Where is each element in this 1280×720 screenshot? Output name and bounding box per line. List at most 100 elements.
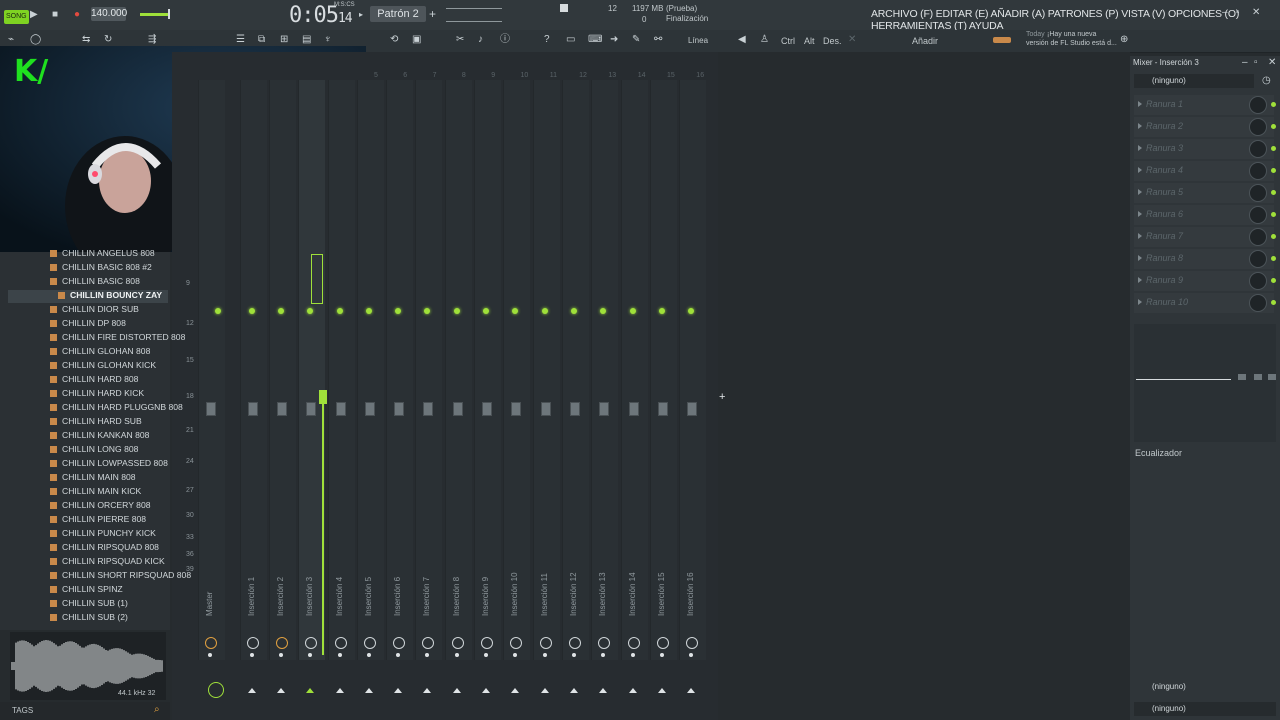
pan-knob[interactable] bbox=[686, 637, 698, 649]
slot-expand-icon[interactable] bbox=[1138, 299, 1142, 305]
slot-mix-knob[interactable] bbox=[1249, 294, 1267, 312]
send-arrow-icon[interactable] bbox=[453, 688, 461, 693]
master-route-knob[interactable] bbox=[208, 682, 224, 698]
browser-icon[interactable]: ▭ bbox=[566, 33, 575, 47]
channel-led[interactable] bbox=[337, 308, 343, 314]
input-selector[interactable]: (ninguno) bbox=[1134, 74, 1254, 88]
deselect-button[interactable]: Des. bbox=[823, 36, 842, 46]
pan-knob[interactable] bbox=[569, 637, 581, 649]
effect-slot[interactable]: Ranura 5 bbox=[1134, 183, 1276, 203]
brush-icon[interactable]: ✎ bbox=[632, 33, 640, 47]
browser-item[interactable]: CHILLIN HARD SUB bbox=[50, 416, 142, 429]
route-dot[interactable] bbox=[308, 653, 312, 657]
piano-roll-icon[interactable]: ⧉ bbox=[258, 33, 265, 47]
route-dot[interactable] bbox=[484, 653, 488, 657]
panel-close-icon[interactable]: ✕ bbox=[1268, 56, 1276, 70]
volume-fader[interactable] bbox=[482, 402, 492, 416]
browser-item[interactable]: CHILLIN RIPSQUAD 808 bbox=[50, 542, 159, 555]
slot-enable-led[interactable] bbox=[1271, 234, 1276, 239]
send-arrow-icon[interactable] bbox=[365, 688, 373, 693]
volume-fader[interactable] bbox=[277, 402, 287, 416]
route-dot[interactable] bbox=[513, 653, 517, 657]
channel-led[interactable] bbox=[249, 308, 255, 314]
browser-item[interactable]: CHILLIN FIRE DISTORTED 808 bbox=[50, 332, 185, 345]
send-arrow-icon[interactable] bbox=[570, 688, 578, 693]
volume-fader[interactable] bbox=[365, 402, 375, 416]
slot-mix-knob[interactable] bbox=[1249, 250, 1267, 268]
browser-item[interactable]: CHILLIN BASIC 808 #2 bbox=[50, 262, 152, 275]
close-icon[interactable]: ✕ bbox=[1252, 6, 1260, 20]
send-arrow-icon[interactable] bbox=[541, 688, 549, 693]
channel-led[interactable] bbox=[307, 308, 313, 314]
mixer-strip[interactable] bbox=[240, 80, 267, 660]
pan-knob[interactable] bbox=[335, 637, 347, 649]
slot-expand-icon[interactable] bbox=[1138, 211, 1142, 217]
globe-icon[interactable]: ⊕ bbox=[1120, 33, 1128, 47]
waveform-preview[interactable]: 44.1 kHz 32 bbox=[10, 632, 166, 700]
volume-fader[interactable] bbox=[599, 402, 609, 416]
playlist-icon[interactable]: ☰ bbox=[236, 33, 245, 47]
main-menu[interactable]: ARCHIVO (F) EDITAR (E) AÑADIR (A) PATRON… bbox=[871, 8, 1280, 32]
route-dot[interactable] bbox=[689, 653, 693, 657]
channel-led[interactable] bbox=[395, 308, 401, 314]
mixer-icon[interactable]: ▤ bbox=[302, 33, 311, 47]
pan-knob[interactable] bbox=[598, 637, 610, 649]
pattern-selector[interactable]: Patrón 2 bbox=[370, 6, 426, 22]
pan-knob[interactable] bbox=[422, 637, 434, 649]
send-arrow-icon[interactable] bbox=[658, 688, 666, 693]
eq-low-fader[interactable] bbox=[1238, 374, 1246, 380]
browser-item[interactable]: CHILLIN HARD KICK bbox=[50, 388, 144, 401]
channel-led[interactable] bbox=[571, 308, 577, 314]
pan-knob[interactable] bbox=[540, 637, 552, 649]
master-volume-handle[interactable] bbox=[168, 9, 170, 19]
slot-enable-led[interactable] bbox=[1271, 278, 1276, 283]
add-button[interactable]: Añadir bbox=[912, 36, 938, 46]
pan-knob[interactable] bbox=[452, 637, 464, 649]
speaker-icon[interactable]: ◀ bbox=[738, 33, 746, 47]
magnet-icon[interactable]: ⌁ bbox=[8, 33, 14, 47]
channel-led[interactable] bbox=[512, 308, 518, 314]
effect-slot[interactable]: Ranura 8 bbox=[1134, 249, 1276, 269]
browser-item[interactable]: CHILLIN HARD 808 bbox=[50, 374, 138, 387]
tempo-display[interactable]: 140.000 bbox=[91, 7, 127, 21]
plugin-icon[interactable]: ♆ bbox=[324, 33, 332, 47]
send-arrow-icon[interactable] bbox=[248, 688, 256, 693]
pattern-prev-icon[interactable]: ▸ bbox=[359, 8, 363, 22]
metronome-icon[interactable]: ◯ bbox=[30, 33, 41, 47]
volume-fader[interactable] bbox=[541, 402, 551, 416]
mixer-strip[interactable] bbox=[298, 80, 325, 660]
delete-icon[interactable]: ✕ bbox=[848, 33, 856, 47]
clock-icon[interactable]: ◷ bbox=[1262, 74, 1271, 88]
panel-maximize-icon[interactable]: ▫ bbox=[1254, 56, 1258, 70]
cut-icon[interactable]: ✂ bbox=[456, 33, 464, 47]
pan-knob[interactable] bbox=[481, 637, 493, 649]
maximize-icon[interactable]: ▫ bbox=[1236, 6, 1240, 20]
slot-enable-led[interactable] bbox=[1271, 168, 1276, 173]
browser-item[interactable]: CHILLIN DP 808 bbox=[50, 318, 126, 331]
send-arrow-icon[interactable] bbox=[277, 688, 285, 693]
save-icon[interactable]: ▣ bbox=[412, 33, 421, 47]
wait-input-icon[interactable]: ⇆ bbox=[82, 33, 90, 47]
slot-expand-icon[interactable] bbox=[1138, 189, 1142, 195]
browser-item[interactable]: CHILLIN HARD PLUGGNB 808 bbox=[50, 402, 183, 415]
browser-item[interactable]: CHILLIN SUB (2) bbox=[50, 612, 128, 625]
send-arrow-icon[interactable] bbox=[306, 688, 314, 693]
stamp-icon[interactable]: ♙ bbox=[760, 33, 769, 47]
route-dot[interactable] bbox=[367, 653, 371, 657]
slot-enable-led[interactable] bbox=[1271, 146, 1276, 151]
send-arrow-icon[interactable] bbox=[599, 688, 607, 693]
browser-item[interactable]: CHILLIN MAIN 808 bbox=[50, 472, 136, 485]
browser-item[interactable]: CHILLIN BOUNCY ZAY bbox=[8, 290, 168, 303]
ctrl-button[interactable]: Ctrl bbox=[781, 36, 795, 46]
slot-enable-led[interactable] bbox=[1271, 300, 1276, 305]
slot-expand-icon[interactable] bbox=[1138, 255, 1142, 261]
help-icon[interactable]: ? bbox=[544, 33, 550, 47]
route-dot[interactable] bbox=[601, 653, 605, 657]
route-dot[interactable] bbox=[208, 653, 212, 657]
undo-icon[interactable]: ⟲ bbox=[390, 33, 398, 47]
slot-mix-knob[interactable] bbox=[1249, 162, 1267, 180]
pan-knob[interactable] bbox=[364, 637, 376, 649]
info-icon[interactable]: ⓘ bbox=[500, 33, 510, 47]
slot-mix-knob[interactable] bbox=[1249, 272, 1267, 290]
send-arrow-icon[interactable] bbox=[423, 688, 431, 693]
